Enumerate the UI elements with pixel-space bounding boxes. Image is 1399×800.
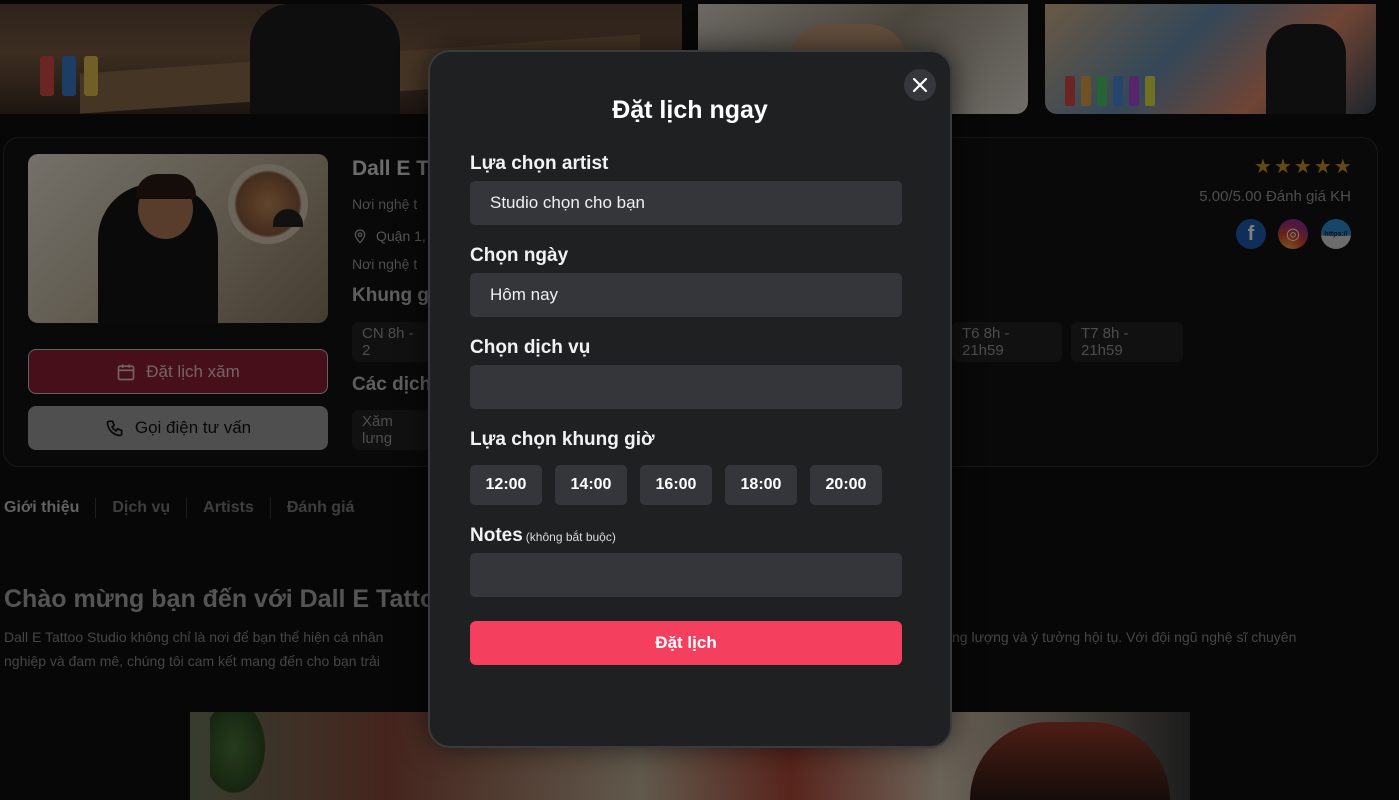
timeslot-button[interactable]: 20:00 <box>810 465 882 505</box>
timeslot-label: Lựa chọn khung giờ <box>470 429 655 450</box>
notes-input[interactable] <box>470 553 902 597</box>
artist-label: Lựa chọn artist <box>470 153 609 174</box>
notes-label: Notes (không bắt buộc) <box>470 525 616 547</box>
artist-select[interactable]: Studio chọn cho bạn <box>470 181 902 225</box>
service-label: Chọn dịch vụ <box>470 337 591 358</box>
service-select[interactable] <box>470 365 902 409</box>
modal-title: Đặt lịch ngay <box>612 96 768 124</box>
timeslot-button[interactable]: 14:00 <box>555 465 627 505</box>
notes-label-text: Notes <box>470 525 523 546</box>
notes-optional-hint: (không bắt buộc) <box>525 530 616 544</box>
timeslot-button[interactable]: 18:00 <box>725 465 797 505</box>
timeslot-button[interactable]: 16:00 <box>640 465 712 505</box>
submit-booking-button[interactable]: Đặt lịch <box>470 621 902 665</box>
timeslot-button[interactable]: 12:00 <box>470 465 542 505</box>
booking-modal: Đặt lịch ngay Lựa chọn artist Studio chọ… <box>428 50 952 748</box>
date-select[interactable]: Hôm nay <box>470 273 902 317</box>
date-label: Chọn ngày <box>470 245 569 266</box>
timeslot-group: 12:00 14:00 16:00 18:00 20:00 <box>470 465 882 505</box>
close-icon <box>912 77 928 93</box>
